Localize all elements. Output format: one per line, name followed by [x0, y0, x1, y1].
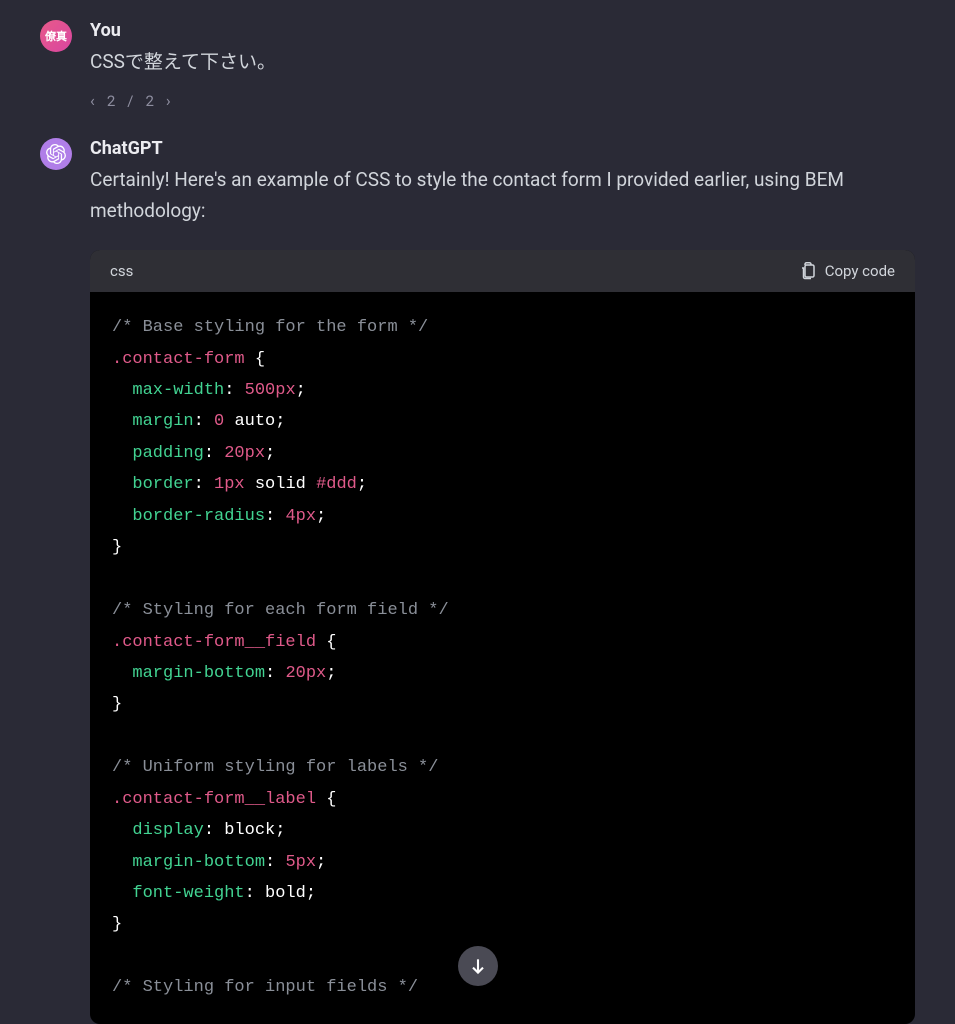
assistant-text: Certainly! Here's an example of CSS to s… — [90, 165, 915, 226]
pagination-total: 2 — [145, 92, 153, 110]
openai-logo-icon — [46, 144, 66, 164]
user-message-body: You CSSで整えて下さい。 ‹ 2 / 2 › — [90, 20, 915, 110]
pagination-sep: / — [127, 92, 133, 110]
user-avatar-text: 僚真 — [45, 28, 67, 44]
next-message-button[interactable]: › — [166, 91, 171, 110]
arrow-down-icon — [468, 956, 488, 976]
prev-message-button[interactable]: ‹ — [90, 91, 95, 110]
conversation: 僚真 You CSSで整えて下さい。 ‹ 2 / 2 › ChatGPT Cer… — [0, 0, 955, 1024]
assistant-avatar — [40, 138, 72, 170]
message-pagination: ‹ 2 / 2 › — [90, 91, 915, 110]
code-language-label: css — [110, 262, 133, 280]
clipboard-icon — [799, 262, 817, 280]
code-header: css Copy code — [90, 250, 915, 292]
code-block: css Copy code /* Base styling for the fo… — [90, 250, 915, 1024]
user-message: 僚真 You CSSで整えて下さい。 ‹ 2 / 2 › — [40, 20, 915, 110]
copy-code-label: Copy code — [825, 262, 895, 280]
user-text: CSSで整えて下さい。 — [90, 47, 915, 77]
pagination-current: 2 — [107, 92, 115, 110]
user-avatar: 僚真 — [40, 20, 72, 52]
assistant-message: ChatGPT Certainly! Here's an example of … — [40, 138, 915, 1023]
assistant-author: ChatGPT — [90, 138, 915, 159]
user-author: You — [90, 20, 915, 41]
assistant-message-body: ChatGPT Certainly! Here's an example of … — [90, 138, 915, 1023]
copy-code-button[interactable]: Copy code — [799, 262, 895, 280]
code-content[interactable]: /* Base styling for the form */ .contact… — [90, 292, 915, 1024]
scroll-down-button[interactable] — [458, 946, 498, 986]
